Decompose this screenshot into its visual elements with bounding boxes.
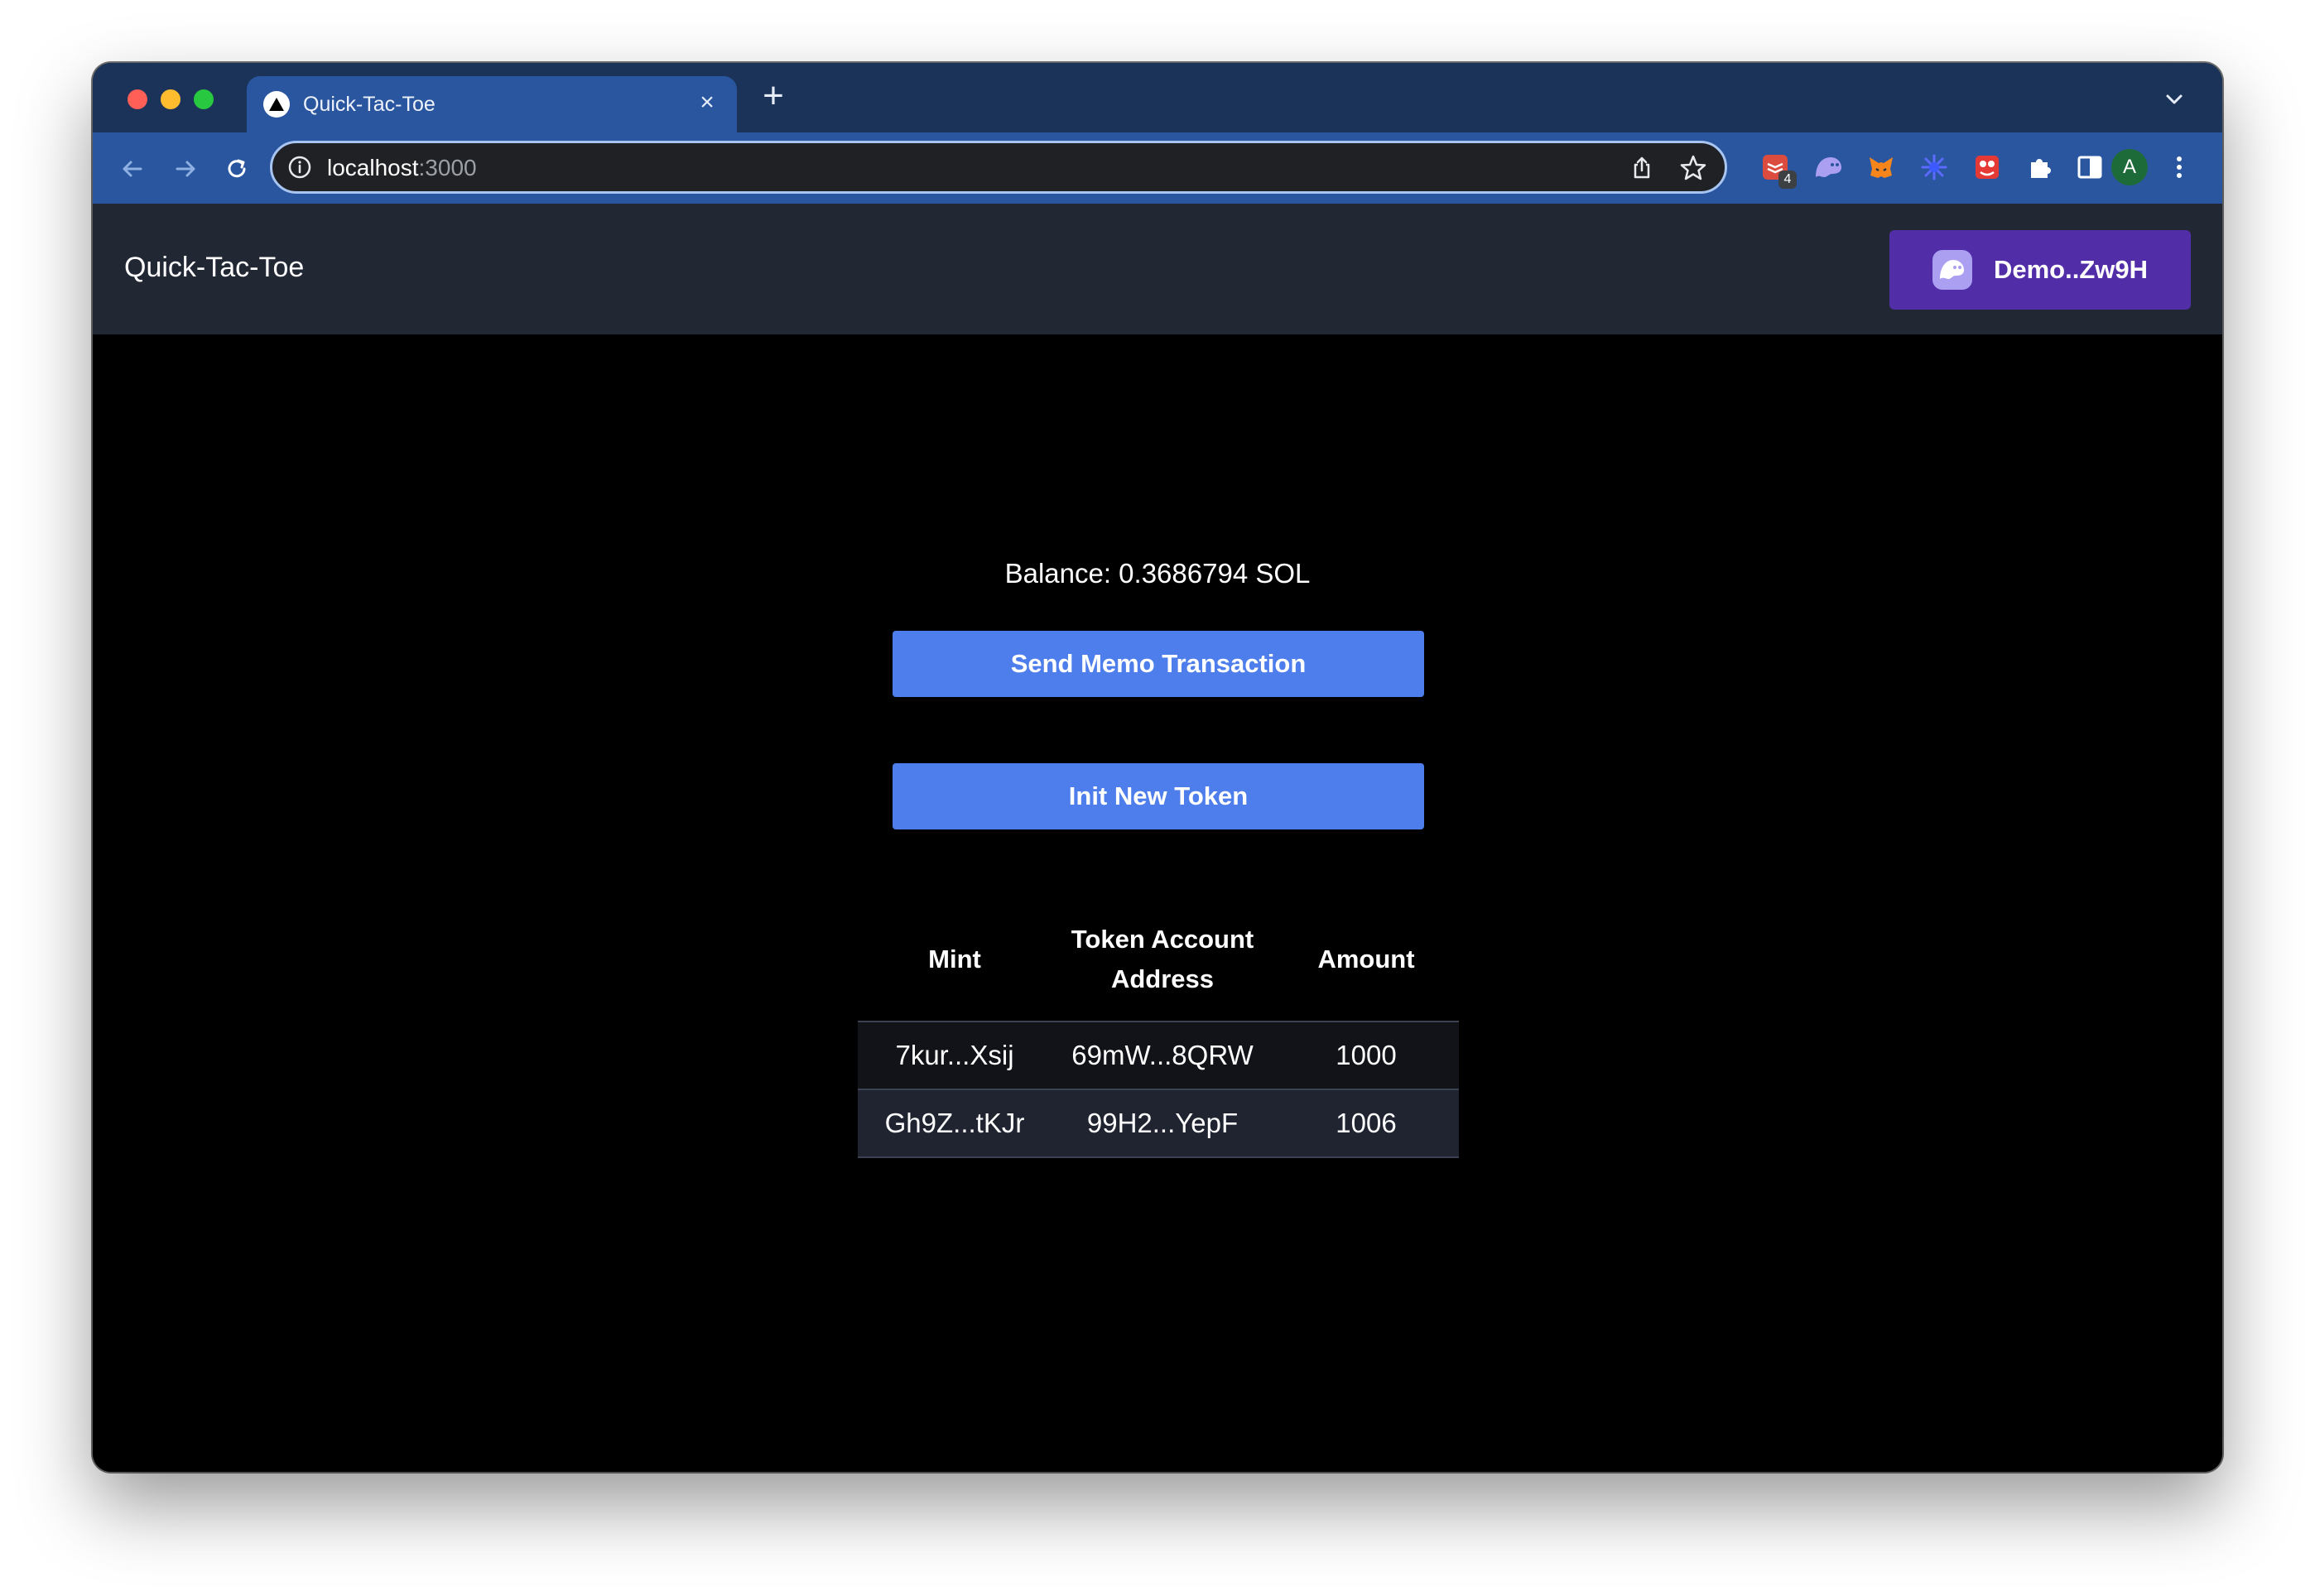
wallet-label: Demo..Zw9H: [1993, 255, 2149, 284]
cell-address: 69mW...8QRW: [1052, 1022, 1273, 1090]
puzzle-icon[interactable]: [2024, 151, 2057, 184]
browser-window: Quick-Tac-Toe × + localhost:3000 4 A Qui…: [93, 63, 2222, 1472]
gear-ext-icon[interactable]: [1918, 151, 1951, 184]
minimize-window-button[interactable]: [161, 89, 180, 109]
url-port: :3000: [418, 155, 477, 180]
app-header: Quick-Tac-Toe Demo..Zw9H: [93, 204, 2222, 334]
forward-arrow-icon[interactable]: [167, 151, 204, 187]
url-text: localhost:3000: [327, 155, 477, 181]
phantom-wallet-icon: [1932, 250, 1972, 290]
wallet-connect-button[interactable]: Demo..Zw9H: [1889, 230, 2191, 310]
zoom-window-button[interactable]: [194, 89, 214, 109]
browser-toolbar: localhost:3000 4 A: [93, 132, 2222, 204]
send-memo-button[interactable]: Send Memo Transaction: [893, 631, 1424, 697]
close-window-button[interactable]: [128, 89, 147, 109]
address-bar[interactable]: localhost:3000: [270, 141, 1727, 194]
header-amount: Amount: [1273, 897, 1459, 1022]
sidepanel-icon[interactable]: [2073, 151, 2106, 184]
token-table: Mint Token Account Address Amount 7kur..…: [858, 897, 1459, 1158]
metamask-icon[interactable]: [1865, 151, 1898, 184]
reload-icon[interactable]: [219, 151, 255, 187]
table-row: Gh9Z...tKJr 99H2...YepF 1006: [858, 1089, 1459, 1158]
tab-quick-tac-toe[interactable]: Quick-Tac-Toe ×: [247, 76, 737, 132]
cell-mint: Gh9Z...tKJr: [858, 1089, 1052, 1158]
cell-amount: 1006: [1273, 1089, 1459, 1158]
balance-text: Balance: 0.3686794 SOL: [1004, 558, 1311, 589]
close-tab-icon[interactable]: ×: [692, 88, 722, 118]
kebab-menu-icon[interactable]: [2163, 151, 2196, 184]
info-icon[interactable]: [287, 155, 312, 180]
tab-strip: Quick-Tac-Toe × +: [93, 63, 2222, 132]
share-icon[interactable]: [1629, 155, 1655, 181]
triangle-favicon-icon: [263, 91, 290, 118]
todoist-badge: 4: [1778, 171, 1797, 189]
cell-address: 99H2...YepF: [1052, 1089, 1273, 1158]
ext-red-icon[interactable]: [1971, 151, 2004, 184]
main-content: Balance: 0.3686794 SOL Send Memo Transac…: [93, 334, 2222, 1472]
brand-title[interactable]: Quick-Tac-Toe: [124, 252, 304, 284]
header-mint: Mint: [858, 897, 1052, 1022]
back-arrow-icon[interactable]: [114, 151, 151, 187]
url-host: localhost: [327, 155, 419, 180]
profile-avatar[interactable]: A: [2111, 149, 2148, 185]
new-tab-icon[interactable]: +: [755, 78, 792, 114]
phantom-icon[interactable]: [1812, 151, 1845, 184]
cell-mint: 7kur...Xsij: [858, 1022, 1052, 1090]
table-header-row: Mint Token Account Address Amount: [858, 897, 1459, 1022]
chevron-down-icon[interactable]: [2159, 84, 2189, 114]
header-token-account-address: Token Account Address: [1052, 897, 1273, 1022]
cell-amount: 1000: [1273, 1022, 1459, 1090]
table-row: 7kur...Xsij 69mW...8QRW 1000: [858, 1022, 1459, 1090]
bookmark-star-icon[interactable]: [1678, 153, 1708, 183]
init-token-button[interactable]: Init New Token: [893, 763, 1424, 829]
todoist-icon[interactable]: 4: [1759, 151, 1797, 189]
tab-title: Quick-Tac-Toe: [303, 93, 436, 116]
